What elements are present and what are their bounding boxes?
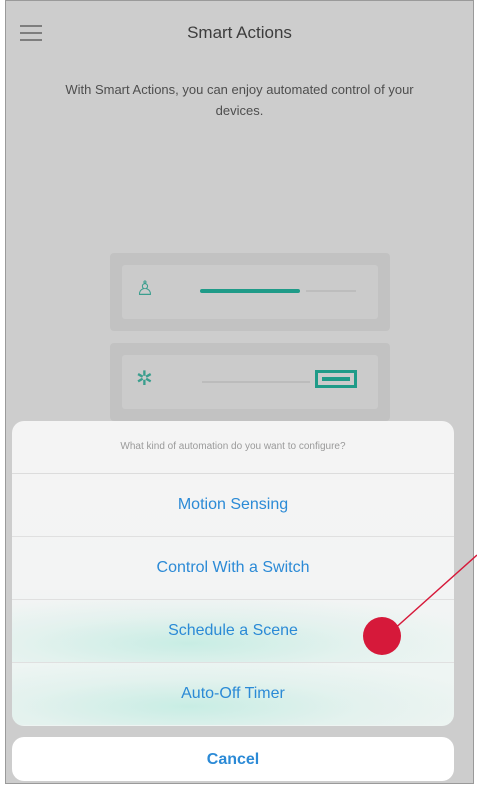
option-auto-off-timer[interactable]: Auto-Off Timer	[12, 663, 454, 725]
action-sheet-prompt: What kind of automation do you want to c…	[12, 421, 454, 474]
illustration-progress-bar	[200, 289, 300, 293]
cancel-button[interactable]: Cancel	[12, 737, 454, 781]
illustration-faint-bar	[202, 381, 310, 383]
intro-text: With Smart Actions, you can enjoy automa…	[65, 82, 414, 118]
option-motion-sensing[interactable]: Motion Sensing	[12, 474, 454, 537]
switch-icon: ✲	[136, 368, 153, 390]
illustration-motion-card: ♙	[110, 253, 390, 331]
illustration-faint-bar	[306, 290, 356, 292]
option-control-with-switch[interactable]: Control With a Switch	[12, 537, 454, 600]
illustration-switch-card: ✲	[110, 343, 390, 421]
action-sheet: What kind of automation do you want to c…	[12, 421, 454, 726]
option-schedule-a-scene[interactable]: Schedule a Scene	[12, 600, 454, 663]
illustration-switch-toggle	[315, 370, 357, 388]
page-title: Smart Actions	[187, 23, 292, 42]
motion-sensor-icon: ♙	[136, 278, 154, 300]
screenshot-stage: Smart Actions With Smart Actions, you ca…	[0, 0, 477, 804]
